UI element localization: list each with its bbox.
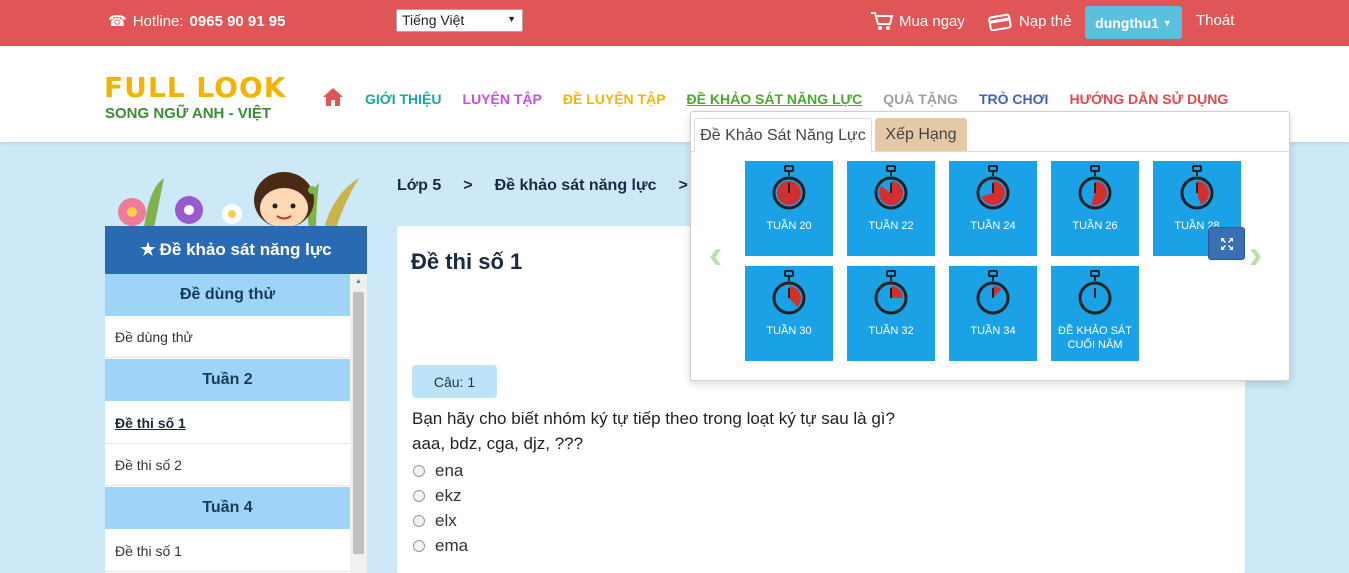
exam-title: Đề thi số 1: [411, 249, 523, 274]
question-text: Bạn hãy cho biết nhóm ký tự tiếp theo tr…: [412, 409, 895, 453]
breadcrumb-grade[interactable]: Lớp 5: [397, 177, 441, 195]
assessment-dropdown: Đề Khảo Sát Năng Lực Xếp Hạng ‹ › TUẦN 2…: [690, 111, 1290, 381]
sidebar-week-4: Tuần 4: [105, 487, 350, 529]
stopwatch-icon: [874, 165, 908, 210]
user-menu-button[interactable]: dungthu1 ▼: [1085, 6, 1182, 39]
dropdown-tabs: Đề Khảo Sát Năng Lực Xếp Hạng: [691, 118, 1289, 153]
buy-now-link[interactable]: Mua ngay: [870, 11, 965, 31]
tile-label: TUẦN 20: [766, 220, 812, 232]
prev-arrow-icon[interactable]: ‹: [709, 233, 722, 278]
answer-option[interactable]: ema: [413, 536, 468, 556]
topup-link[interactable]: Nạp thẻ: [988, 11, 1072, 31]
answer-option[interactable]: ena: [413, 461, 463, 481]
tab-assessment[interactable]: Đề Khảo Sát Năng Lực: [694, 118, 872, 153]
stopwatch-icon: [1078, 270, 1112, 315]
sidebar: ★ Đề khảo sát năng lực Đề dùng thử Đề dù…: [105, 226, 367, 573]
tab-ranking[interactable]: Xếp Hạng: [875, 118, 967, 151]
nav-gifts[interactable]: QUÀ TẶNG: [883, 91, 958, 107]
sidebar-scrollbar[interactable]: ▲: [350, 274, 367, 573]
week-tile[interactable]: TUẦN 34: [949, 266, 1037, 361]
nav-practice-tests[interactable]: ĐỀ LUYỆN TẬP: [563, 91, 666, 107]
expand-icon[interactable]: [1208, 227, 1245, 260]
nav-games[interactable]: TRÒ CHƠI: [979, 91, 1049, 107]
hotline: ☎ Hotline: 0965 90 91 95: [108, 12, 286, 31]
tile-label: TUẦN 22: [868, 220, 914, 232]
sidebar-item-trial[interactable]: Đề dùng thử: [105, 316, 350, 358]
radio-button[interactable]: [413, 465, 425, 477]
answer-option[interactable]: ekz: [413, 486, 461, 506]
sidebar-item-week2-test1[interactable]: Đề thi số 1: [105, 402, 350, 444]
logo-title[interactable]: FULL LOOK: [104, 71, 286, 104]
breadcrumb-separator: >: [678, 177, 688, 194]
card-icon: [988, 13, 1012, 31]
week-tile[interactable]: TUẦN 30: [745, 266, 833, 361]
nav-about[interactable]: GIỚI THIỆU: [365, 91, 442, 107]
hotline-number: 0965 90 91 95: [189, 12, 286, 30]
week-tile[interactable]: TUẦN 22: [847, 161, 935, 256]
stopwatch-icon: [772, 270, 806, 315]
phone-icon: ☎: [108, 13, 127, 30]
flowers-illustration: [118, 172, 359, 228]
nav-assessment[interactable]: ĐỀ KHẢO SÁT NĂNG LỰC: [687, 91, 863, 107]
main-nav: GIỚI THIỆU LUYỆN TẬP ĐỀ LUYỆN TẬP ĐỀ KHẢ…: [322, 87, 1249, 110]
answer-option[interactable]: elx: [413, 511, 457, 531]
tile-label: TUẦN 30: [766, 325, 812, 337]
nav-guide[interactable]: HƯỚNG DẪN SỬ DỤNG: [1069, 91, 1228, 107]
stopwatch-icon: [1180, 165, 1214, 210]
next-arrow-icon[interactable]: ›: [1249, 233, 1262, 278]
hotline-label: Hotline:: [132, 12, 184, 30]
stopwatch-icon: [772, 165, 806, 210]
stopwatch-icon: [976, 165, 1010, 210]
language-select[interactable]: Tiếng Việt ▼: [396, 9, 523, 32]
tile-label: ĐỀ KHẢO SÁT CUỐI NĂM: [1058, 325, 1132, 351]
tile-label: TUẦN 24: [970, 220, 1016, 232]
scrollbar-thumb[interactable]: [353, 292, 364, 554]
week-tile[interactable]: TUẦN 24: [949, 161, 1037, 256]
stopwatch-icon: [874, 270, 908, 315]
sidebar-header: ★ Đề khảo sát năng lực: [105, 226, 367, 274]
nav-practice[interactable]: LUYỆN TẬP: [463, 91, 542, 107]
sidebar-week-2: Tuần 2: [105, 359, 350, 401]
radio-button[interactable]: [413, 515, 425, 527]
dropdown-arrow-icon: ▼: [507, 14, 516, 24]
tile-label: TUẦN 26: [1072, 220, 1118, 232]
caret-down-icon: ▼: [1162, 17, 1172, 28]
stopwatch-icon: [976, 270, 1010, 315]
star-icon: ★: [140, 240, 156, 259]
tile-label: TUẦN 32: [868, 325, 914, 337]
cart-icon: [871, 12, 894, 30]
logo-subtitle: SONG NGỮ ANH - VIỆT: [105, 105, 272, 122]
tile-label: TUẦN 34: [970, 325, 1016, 337]
sidebar-item-week2-test2[interactable]: Đề thi số 2: [105, 444, 350, 486]
breadcrumb: Lớp 5 > Đề khảo sát năng lực >: [397, 177, 688, 195]
radio-button[interactable]: [413, 490, 425, 502]
home-icon[interactable]: [322, 87, 344, 110]
breadcrumb-section[interactable]: Đề khảo sát năng lực: [495, 177, 657, 195]
sidebar-week-trial: Đề dùng thử: [105, 274, 350, 316]
logout-link[interactable]: Thoát: [1196, 12, 1234, 29]
week-tile[interactable]: TUẦN 26: [1051, 161, 1139, 256]
week-tile[interactable]: ĐỀ KHẢO SÁT CUỐI NĂM: [1051, 266, 1139, 361]
week-tile[interactable]: TUẦN 20: [745, 161, 833, 256]
sidebar-item-week4-test1[interactable]: Đề thi số 1: [105, 530, 350, 572]
question-badge: Câu: 1: [412, 365, 497, 398]
scroll-up-icon[interactable]: ▲: [355, 278, 362, 285]
stopwatch-icon: [1078, 165, 1112, 210]
breadcrumb-separator: >: [463, 177, 473, 194]
radio-button[interactable]: [413, 540, 425, 552]
week-tile[interactable]: TUẦN 32: [847, 266, 935, 361]
